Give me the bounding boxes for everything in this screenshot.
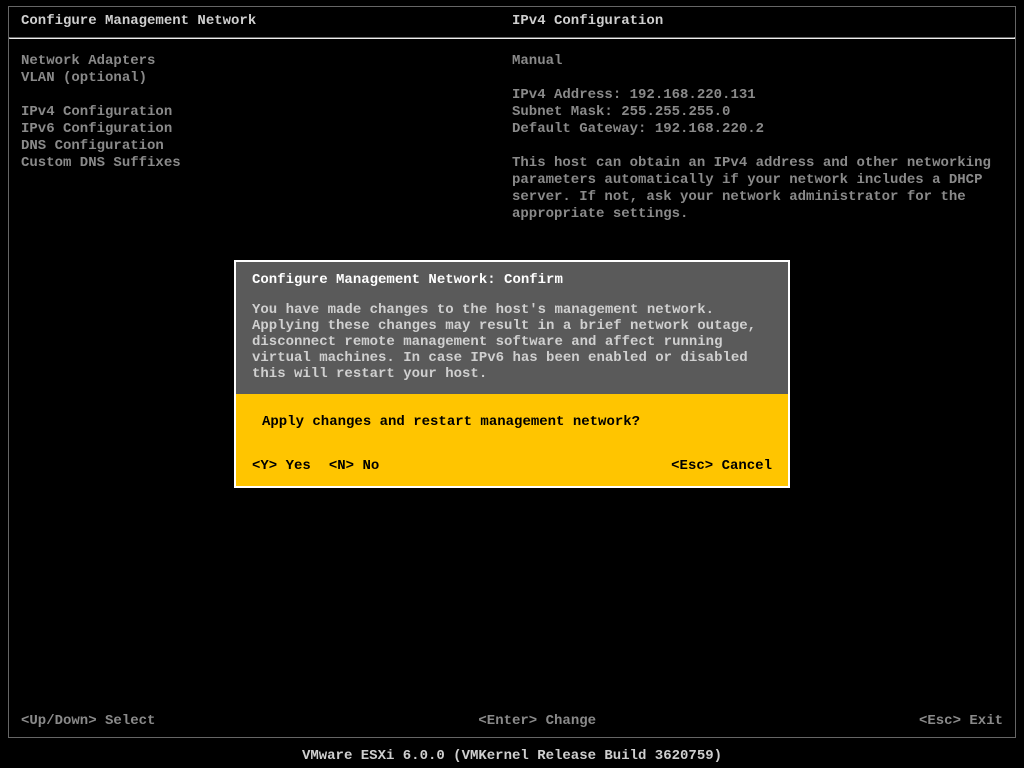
menu-item-network-adapters[interactable]: Network Adapters [21,53,512,70]
dialog-header-area: Configure Management Network: Confirm Yo… [236,262,788,394]
menu-column: Network Adapters VLAN (optional) IPv4 Co… [21,53,512,223]
confirm-dialog: Configure Management Network: Confirm Yo… [234,260,790,488]
hint-esc: <Esc> Exit [919,713,1003,729]
hint-enter: <Enter> Change [478,713,596,729]
detail-mode: Manual [512,53,993,70]
hint-updown: <Up/Down> Select [21,713,155,729]
menu-item-ipv4[interactable]: IPv4 Configuration [21,104,512,121]
dialog-action-area: Apply changes and restart management net… [236,394,788,486]
menu-item-vlan[interactable]: VLAN (optional) [21,70,512,87]
page-title-right: IPv4 Configuration [512,13,1003,29]
detail-mask-label: Subnet Mask: [512,104,613,120]
detail-column: Manual IPv4 Address: 192.168.220.131 Sub… [512,53,1003,223]
detail-ipv4-value: 192.168.220.131 [630,87,756,103]
hint-enter-key: <Enter> [478,713,537,729]
hint-enter-label: Change [546,713,596,729]
detail-gap [512,70,993,87]
dialog-body: You have made changes to the host's mana… [252,302,772,382]
hint-esc-key: <Esc> [919,713,961,729]
detail-description: This host can obtain an IPv4 address and… [512,155,993,223]
detail-ipv4-label: IPv4 Address: [512,87,621,103]
page-title-left: Configure Management Network [21,13,512,29]
cancel-button[interactable]: <Esc> Cancel [671,458,772,474]
status-bar: VMware ESXi 6.0.0 (VMKernel Release Buil… [0,748,1024,764]
detail-gw-value: 192.168.220.2 [655,121,764,137]
no-button[interactable]: <N> No [329,458,379,474]
detail-gw-row: Default Gateway: 192.168.220.2 [512,121,993,138]
screen: Configure Management Network IPv4 Config… [0,0,1024,768]
hint-esc-label: Exit [969,713,1003,729]
dialog-question: Apply changes and restart management net… [252,408,772,458]
detail-mask-value: 255.255.255.0 [621,104,730,120]
hint-updown-key: <Up/Down> [21,713,97,729]
yes-key: <Y> [252,458,277,474]
no-label: No [362,458,379,474]
hint-updown-label: Select [105,713,155,729]
key-hints: <Up/Down> Select <Enter> Change <Esc> Ex… [21,713,1003,729]
detail-ipv4-row: IPv4 Address: 192.168.220.131 [512,87,993,104]
detail-mask-row: Subnet Mask: 255.255.255.0 [512,104,993,121]
menu-item-dns-suffixes[interactable]: Custom DNS Suffixes [21,155,512,172]
cancel-key: <Esc> [671,458,713,474]
detail-gw-label: Default Gateway: [512,121,646,137]
cancel-label: Cancel [722,458,772,474]
yes-label: Yes [286,458,311,474]
header-row: Configure Management Network IPv4 Config… [9,7,1015,37]
no-key: <N> [329,458,354,474]
body-row: Network Adapters VLAN (optional) IPv4 Co… [9,39,1015,223]
yes-button[interactable]: <Y> Yes [252,458,311,474]
menu-gap [21,87,512,104]
menu-item-ipv6[interactable]: IPv6 Configuration [21,121,512,138]
menu-item-dns[interactable]: DNS Configuration [21,138,512,155]
dialog-actions: <Y> Yes <N> No <Esc> Cancel [252,458,772,474]
dialog-title: Configure Management Network: Confirm [252,272,772,288]
